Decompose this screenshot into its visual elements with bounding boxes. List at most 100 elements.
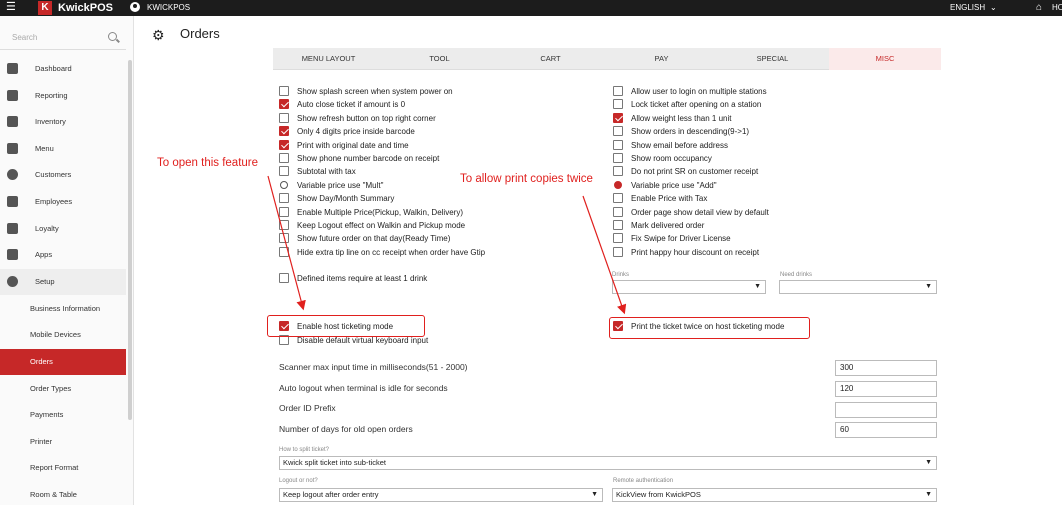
option-label: Print happy hour discount on receipt xyxy=(631,247,760,257)
sidebar-item-inventory[interactable]: Inventory xyxy=(0,109,126,135)
option-label: Do not print SR on customer receipt xyxy=(631,167,759,177)
option-item[interactable]: Order page show detail view by default xyxy=(613,206,933,219)
checkbox[interactable] xyxy=(613,139,623,150)
checkbox[interactable] xyxy=(613,246,623,257)
radio-button[interactable] xyxy=(280,180,288,189)
defined-items-checkbox[interactable]: Defined items require at least 1 drink xyxy=(279,273,539,285)
option-item[interactable]: Show splash screen when system power on xyxy=(279,86,599,98)
sidebar-item-loyalty[interactable]: Loyalty xyxy=(0,216,126,242)
sidebar-item-customers[interactable]: Customers xyxy=(0,162,126,188)
store-name: KWICKPOS xyxy=(147,3,191,12)
checkbox[interactable] xyxy=(613,193,623,204)
checkbox[interactable] xyxy=(279,86,289,96)
chevron-down-icon[interactable]: ⌄ xyxy=(990,2,997,14)
logout-select[interactable]: Keep logout after order entry ▼ xyxy=(279,488,603,502)
option-item[interactable]: Show phone number barcode on receipt xyxy=(279,153,599,165)
sidebar-subitem-mobile-devices[interactable]: Mobile Devices xyxy=(0,322,126,348)
tab-misc[interactable]: MISC xyxy=(829,48,941,70)
old-orders-days-input[interactable]: 60 xyxy=(835,422,937,438)
option-item[interactable]: Keep Logout effect on Walkin and Pickup … xyxy=(279,220,599,232)
user-icon[interactable] xyxy=(130,2,140,12)
sidebar-item-menu[interactable]: Menu xyxy=(0,136,126,162)
checkbox[interactable] xyxy=(613,166,623,177)
need-drinks-select[interactable]: ▼ xyxy=(779,280,937,294)
auto-logout-input[interactable]: 120 xyxy=(835,381,937,397)
checkbox[interactable] xyxy=(613,99,623,110)
sidebar-subitem-payments[interactable]: Payments xyxy=(0,402,126,428)
sidebar-subitem-printer[interactable]: Printer xyxy=(0,429,126,455)
option-item[interactable]: Only 4 digits price inside barcode xyxy=(279,126,599,138)
sidebar-item-employees[interactable]: Employees xyxy=(0,189,126,215)
radio-button[interactable] xyxy=(614,180,622,189)
sidebar-subitem-business-information[interactable]: Business Information xyxy=(0,296,126,322)
sidebar-item-label: Reporting xyxy=(35,91,68,100)
split-ticket-select[interactable]: Kwick split ticket into sub-ticket ▼ xyxy=(279,456,937,470)
sidebar-subitem-report-format[interactable]: Report Format xyxy=(0,455,126,481)
sidebar-subitem-order-types[interactable]: Order Types xyxy=(0,376,126,402)
option-item[interactable]: Show email before address xyxy=(613,139,933,152)
option-item[interactable]: Variable price use "Add" xyxy=(613,180,933,192)
annotation-print-twice: To allow print copies twice xyxy=(460,173,593,185)
option-item[interactable]: Show orders in descending(9->1) xyxy=(613,126,933,138)
sidebar-item-setup[interactable]: Setup xyxy=(0,269,126,295)
option-item[interactable]: Enable Price with Tax xyxy=(613,193,933,205)
tab-cart[interactable]: CART xyxy=(495,48,606,70)
sidebar-item-reporting[interactable]: Reporting xyxy=(0,83,126,109)
scanner-time-input[interactable]: 300 xyxy=(835,360,937,376)
option-item[interactable]: Print with original date and time xyxy=(279,139,599,152)
checkbox[interactable] xyxy=(279,139,289,150)
checkbox[interactable] xyxy=(613,233,623,244)
checkbox[interactable] xyxy=(613,126,623,137)
checkbox[interactable] xyxy=(279,112,289,123)
language-selector[interactable]: ENGLISH xyxy=(950,2,985,14)
option-label: Enable Multiple Price(Pickup, Walkin, De… xyxy=(297,207,463,217)
tab-tool[interactable]: TOOL xyxy=(384,48,495,70)
checkbox[interactable] xyxy=(613,206,623,217)
option-item[interactable]: Auto close ticket if amount is 0 xyxy=(279,99,599,111)
home-icon[interactable]: ⌂ xyxy=(1036,1,1042,14)
tab-special[interactable]: SPECIAL xyxy=(717,48,828,70)
tab-menu-layout[interactable]: MENU LAYOUT xyxy=(273,48,384,70)
sidebar-scrollbar[interactable] xyxy=(128,60,132,420)
checkbox[interactable] xyxy=(279,99,289,110)
sidebar-item-dashboard[interactable]: Dashboard xyxy=(0,56,126,82)
option-item[interactable]: Enable Multiple Price(Pickup, Walkin, De… xyxy=(279,206,599,219)
checkbox[interactable] xyxy=(613,86,623,96)
checkbox[interactable] xyxy=(279,126,289,137)
checkbox[interactable] xyxy=(613,153,623,163)
checkbox[interactable] xyxy=(613,112,623,123)
sidebar-subitem-orders[interactable]: Orders xyxy=(0,349,126,375)
sidebar-search[interactable]: Search xyxy=(0,28,126,50)
option-item[interactable]: Show Day/Month Summary xyxy=(279,193,599,205)
sidebar-subitem-room-table[interactable]: Room & Table xyxy=(0,482,126,508)
option-item[interactable]: Mark delivered order xyxy=(613,220,933,232)
option-item[interactable]: Lock ticket after opening on a station xyxy=(613,99,933,111)
sidebar-item-apps[interactable]: Apps xyxy=(0,242,126,268)
checkbox[interactable] xyxy=(279,166,289,177)
checkbox[interactable] xyxy=(279,246,289,257)
option-item[interactable]: Fix Swipe for Driver License xyxy=(613,233,933,245)
checkbox[interactable] xyxy=(279,273,289,283)
remote-auth-select[interactable]: KickView from KwickPOS ▼ xyxy=(612,488,937,502)
checkbox[interactable] xyxy=(613,220,623,230)
option-item[interactable]: Hide extra tip line on cc receipt when o… xyxy=(279,246,599,259)
hamburger-menu-icon[interactable]: ☰ xyxy=(6,2,16,13)
checkbox[interactable] xyxy=(279,220,289,230)
search-icon[interactable] xyxy=(108,32,117,41)
checkbox[interactable] xyxy=(279,206,289,217)
option-item[interactable]: Show refresh button on top right corner xyxy=(279,112,599,125)
option-label: Variable price use "Mult" xyxy=(297,180,384,190)
order-id-prefix-input[interactable] xyxy=(835,402,937,418)
option-item[interactable]: Do not print SR on customer receipt xyxy=(613,166,933,178)
option-item[interactable]: Show room occupancy xyxy=(613,153,933,165)
option-item[interactable]: Show future order on that day(Ready Time… xyxy=(279,233,599,245)
option-item[interactable]: Print happy hour discount on receipt xyxy=(613,246,933,259)
option-item[interactable]: Allow user to login on multiple stations xyxy=(613,86,933,98)
checkbox[interactable] xyxy=(279,153,289,163)
checkbox[interactable] xyxy=(279,233,289,244)
tab-pay[interactable]: PAY xyxy=(606,48,717,70)
drinks-select[interactable]: ▼ xyxy=(612,280,766,294)
option-item[interactable]: Allow weight less than 1 unit xyxy=(613,112,933,125)
home-link[interactable]: HO xyxy=(1052,2,1062,14)
checkbox[interactable] xyxy=(279,193,289,204)
